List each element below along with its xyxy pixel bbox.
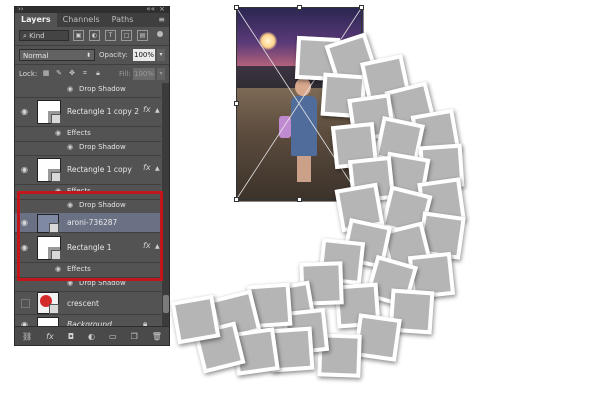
eye-icon[interactable]: ◉ <box>21 165 28 174</box>
fx-icon[interactable]: fx <box>143 163 151 172</box>
trash-icon[interactable]: 🗑︎ <box>152 332 162 341</box>
shape-filter-icon[interactable]: □ <box>121 30 132 41</box>
tab-channels[interactable]: Channels <box>57 13 106 27</box>
lock-label: Lock: <box>19 70 38 78</box>
effects-row[interactable]: ◉ Effects <box>15 185 161 200</box>
lock-all-icon[interactable]: 🔒︎ <box>94 69 102 77</box>
fill-dropdown-icon[interactable]: ▾ <box>157 68 165 80</box>
eye-icon[interactable]: ◉ <box>21 243 28 252</box>
lock-transparent-icon[interactable]: ▦ <box>42 69 50 77</box>
layers-panel: ›› «« × Layers Channels Paths ≡ ⌕ Kind ▣… <box>14 6 170 346</box>
chevron-up-icon[interactable]: ▲ <box>155 107 160 114</box>
lock-position-icon[interactable]: ✥ <box>68 69 76 77</box>
panel-tabs: Layers Channels Paths ≡ <box>15 13 169 27</box>
layer-rectangle-1-copy[interactable]: ◉ Rectangle 1 copy fx ▲ <box>15 155 161 185</box>
panel-menu-icon[interactable]: ≡ <box>158 15 165 24</box>
effects-row[interactable]: ◉ Effects <box>15 263 161 278</box>
transform-handle-tc[interactable] <box>297 5 302 10</box>
lock-artboard-icon[interactable]: ⌗ <box>81 69 89 77</box>
pixel-filter-icon[interactable]: ▣ <box>73 30 84 41</box>
layer-crescent[interactable]: crescent <box>15 291 161 315</box>
eye-icon[interactable]: ◉ <box>55 265 61 273</box>
new-layer-icon[interactable]: ❐ <box>131 332 138 341</box>
fill-label: Fill: <box>119 70 131 78</box>
layers-toolbar: ⛓ fx ◘ ◐ ▭ ❐ 🗑︎ <box>15 326 169 345</box>
eye-icon[interactable]: ◉ <box>67 201 73 209</box>
filter-kind-select[interactable]: ⌕ Kind <box>19 30 69 41</box>
transform-handle-tl[interactable] <box>234 5 239 10</box>
lock-row: Lock: ▦ ✎ ✥ ⌗ 🔒︎ Fill: 100% ▾ <box>15 64 169 83</box>
layer-rectangle-1[interactable]: ◉ Rectangle 1 fx ▲ <box>15 233 161 263</box>
layer-aroni-736287[interactable]: ◉ aroni-736287 <box>15 213 161 233</box>
layers-scrollbar[interactable] <box>162 83 169 327</box>
transform-handle-ml[interactable] <box>234 101 239 106</box>
effect-row[interactable]: ◉ Drop Shadow <box>15 199 161 214</box>
type-filter-icon[interactable]: T <box>105 30 116 41</box>
chevron-up-icon[interactable]: ▲ <box>155 165 160 172</box>
fill-input[interactable]: 100% <box>133 68 155 80</box>
collapse-panel-icon[interactable]: «« <box>146 7 155 13</box>
opacity-input[interactable]: 100% <box>133 49 155 61</box>
adjustment-icon[interactable]: ◐ <box>88 332 95 341</box>
filter-row: ⌕ Kind ▣ ◐ T □ ▤ <box>15 27 169 45</box>
layer-thumbnail <box>37 292 59 314</box>
visibility-toggle[interactable] <box>21 299 30 308</box>
collapse-icon[interactable]: ›› <box>18 7 24 13</box>
effects-row[interactable]: ◉ Effects <box>15 127 161 142</box>
tab-layers[interactable]: Layers <box>15 13 57 27</box>
transform-handle-bl[interactable] <box>234 197 239 202</box>
mask-icon[interactable]: ◘ <box>68 332 74 341</box>
blend-row: Normal ⬍ Opacity: 100% ▾ <box>15 45 169 64</box>
folder-icon[interactable]: ▭ <box>109 332 117 341</box>
layer-name: crescent <box>67 299 99 308</box>
effect-row[interactable]: ◉ Drop Shadow <box>15 277 161 292</box>
fx-icon[interactable]: fx <box>143 105 151 114</box>
eye-icon[interactable]: ◉ <box>55 129 61 137</box>
layer-thumbnail <box>37 158 61 182</box>
smartobject-filter-icon[interactable]: ▤ <box>137 30 148 41</box>
eye-icon[interactable]: ◉ <box>67 279 73 287</box>
chevron-up-icon[interactable]: ▲ <box>155 243 160 250</box>
layer-name: Rectangle 1 copy <box>67 165 132 174</box>
close-icon[interactable]: × <box>159 7 165 13</box>
layer-name: Rectangle 1 <box>67 243 112 252</box>
fx-icon[interactable]: fx <box>143 241 151 250</box>
effect-row[interactable]: ◉ Drop Shadow <box>15 141 161 156</box>
layer-name: aroni-736287 <box>67 218 118 227</box>
filter-toggle[interactable] <box>157 31 163 37</box>
blend-mode-select[interactable]: Normal ⬍ <box>19 49 95 61</box>
layer-thumbnail <box>37 236 61 260</box>
layer-rectangle-1-copy-2[interactable]: ◉ Rectangle 1 copy 2 fx ▲ <box>15 97 161 127</box>
eye-icon[interactable]: ◉ <box>55 187 61 195</box>
tab-paths[interactable]: Paths <box>106 13 140 27</box>
eye-icon[interactable]: ◉ <box>67 85 73 93</box>
layers-list: ◉ Drop Shadow ◉ Rectangle 1 copy 2 fx ▲ … <box>15 83 161 345</box>
chevron-down-icon: ⬍ <box>85 52 91 59</box>
eye-icon[interactable]: ◉ <box>67 143 73 151</box>
lock-pixels-icon[interactable]: ✎ <box>55 69 63 77</box>
opacity-label: Opacity: <box>99 51 128 59</box>
photo-frame <box>170 294 221 345</box>
adjustment-filter-icon[interactable]: ◐ <box>89 30 100 41</box>
layer-thumbnail <box>37 214 59 233</box>
layer-thumbnail <box>37 100 61 124</box>
transform-handle-tr[interactable] <box>359 5 364 10</box>
effect-row[interactable]: ◉ Drop Shadow <box>15 83 161 98</box>
eye-icon[interactable]: ◉ <box>21 107 28 116</box>
link-icon[interactable]: ⛓ <box>22 332 32 341</box>
eye-icon[interactable]: ◉ <box>21 218 28 227</box>
opacity-dropdown-icon[interactable]: ▾ <box>157 49 165 61</box>
layer-name: Rectangle 1 copy 2 <box>67 107 139 116</box>
transform-handle-bc[interactable] <box>297 197 302 202</box>
fx-icon[interactable]: fx <box>46 332 54 341</box>
